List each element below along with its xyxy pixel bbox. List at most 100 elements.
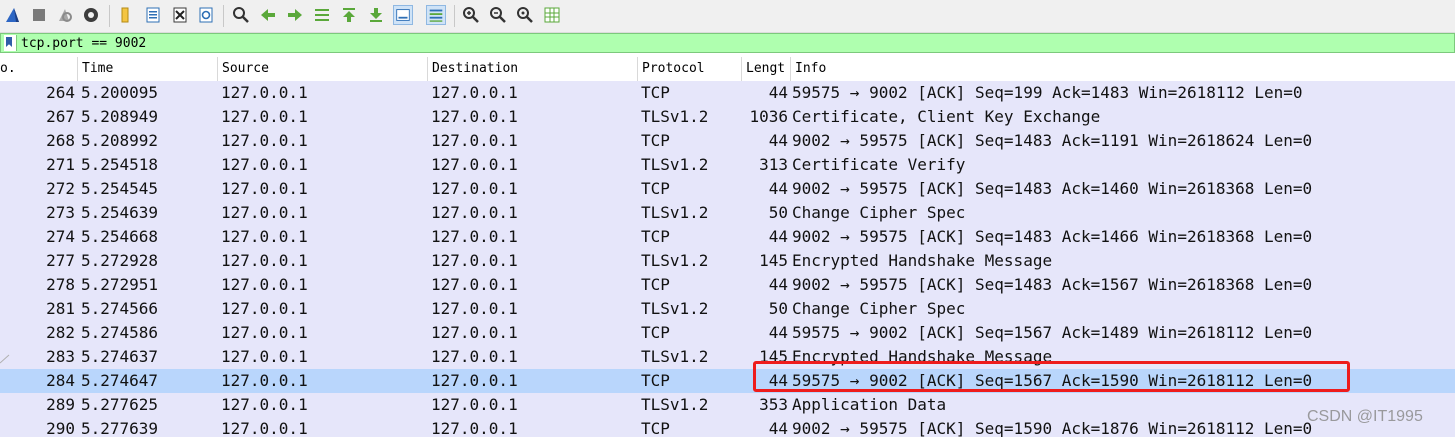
packet-length: 1036 xyxy=(749,107,788,126)
stop-capture-icon[interactable] xyxy=(29,5,49,25)
packet-source: 127.0.0.1 xyxy=(221,155,308,174)
packet-info: 59575 → 9002 [ACK] Seq=1567 Ack=1489 Win… xyxy=(792,323,1313,342)
packet-protocol: TLSv1.2 xyxy=(641,395,709,414)
column-header-source[interactable]: Source xyxy=(222,61,422,76)
normal-size-icon[interactable] xyxy=(515,5,535,25)
packet-length: 313 xyxy=(759,155,788,174)
packet-number: 284 xyxy=(46,371,75,390)
packet-length: 145 xyxy=(759,251,788,270)
packet-number: 273 xyxy=(46,203,75,222)
packet-destination: 127.0.0.1 xyxy=(431,227,518,246)
go-to-packet-icon[interactable] xyxy=(312,5,332,25)
table-row[interactable]: 283 5.274637 127.0.0.1 127.0.0.1 TLSv1.2 145 E… xyxy=(0,345,1455,369)
table-row[interactable]: 281 5.274566 127.0.0.1 127.0.0.1 TLSv1.2 50 Ch… xyxy=(0,297,1455,321)
start-capture-icon[interactable] xyxy=(3,5,23,25)
table-row[interactable]: 278 5.272951 127.0.0.1 127.0.0.1 TCP 44 9002 →… xyxy=(0,273,1455,297)
open-file-icon[interactable] xyxy=(115,5,135,25)
filter-bookmark-icon[interactable] xyxy=(4,35,17,51)
table-row[interactable]: 264 5.200095 127.0.0.1 127.0.0.1 TCP 44 59575 … xyxy=(0,81,1455,105)
table-row[interactable]: 274 5.254668 127.0.0.1 127.0.0.1 TCP 44 9002 →… xyxy=(0,225,1455,249)
column-header-time[interactable]: Time xyxy=(82,61,212,76)
column-header-no[interactable]: o. xyxy=(0,61,74,76)
table-row[interactable]: 268 5.208992 127.0.0.1 127.0.0.1 TCP 44 9002 →… xyxy=(0,129,1455,153)
table-row[interactable]: 290 5.277639 127.0.0.1 127.0.0.1 TCP 44 9002 →… xyxy=(0,417,1455,437)
packet-protocol: TCP xyxy=(641,131,670,150)
packet-destination: 127.0.0.1 xyxy=(431,395,518,414)
go-forward-icon[interactable] xyxy=(285,5,305,25)
packet-info: Change Cipher Spec xyxy=(792,203,966,222)
packet-info: 59575 → 9002 [ACK] Seq=199 Ack=1483 Win=… xyxy=(792,83,1303,102)
packet-time: 5.272928 xyxy=(81,251,159,270)
autoscroll-icon[interactable] xyxy=(393,5,413,25)
table-row[interactable]: 277 5.272928 127.0.0.1 127.0.0.1 TLSv1.2 145 E… xyxy=(0,249,1455,273)
packet-length: 44 xyxy=(768,419,788,437)
packet-time: 5.254545 xyxy=(81,179,159,198)
table-row[interactable]: 272 5.254545 127.0.0.1 127.0.0.1 TCP 44 9002 →… xyxy=(0,177,1455,201)
packet-protocol: TLSv1.2 xyxy=(641,203,709,222)
packet-protocol: TLSv1.2 xyxy=(641,347,709,366)
restart-capture-icon[interactable] xyxy=(55,5,75,25)
packet-destination: 127.0.0.1 xyxy=(431,155,518,174)
column-header-length[interactable]: Lengt xyxy=(746,61,788,76)
packet-protocol: TCP xyxy=(641,323,670,342)
packet-destination: 127.0.0.1 xyxy=(431,179,518,198)
table-row[interactable]: 273 5.254639 127.0.0.1 127.0.0.1 TLSv1.2 50 Ch… xyxy=(0,201,1455,225)
packet-length: 44 xyxy=(768,323,788,342)
packet-source: 127.0.0.1 xyxy=(221,347,308,366)
packet-source: 127.0.0.1 xyxy=(221,107,308,126)
packet-info: 9002 → 59575 [ACK] Seq=1590 Ack=1876 Win… xyxy=(792,419,1313,437)
column-header-destination[interactable]: Destination xyxy=(432,61,632,76)
display-filter-input[interactable]: tcp.port == 9002 xyxy=(21,36,146,51)
table-row[interactable]: 267 5.208949 127.0.0.1 127.0.0.1 TLSv1.2 1036… xyxy=(0,105,1455,129)
packet-time: 5.200095 xyxy=(81,83,159,102)
first-packet-icon[interactable] xyxy=(339,5,359,25)
packet-time: 5.208949 xyxy=(81,107,159,126)
colorize-icon[interactable] xyxy=(426,5,446,25)
resize-columns-icon[interactable] xyxy=(542,5,562,25)
packet-time: 5.274586 xyxy=(81,323,159,342)
capture-options-icon[interactable] xyxy=(81,5,101,25)
close-file-icon[interactable] xyxy=(170,5,190,25)
zoom-out-icon[interactable] xyxy=(488,5,508,25)
packet-info: Encrypted Handshake Message xyxy=(792,251,1053,270)
column-header-info[interactable]: Info xyxy=(795,61,995,76)
packet-length: 145 xyxy=(759,347,788,366)
packet-destination: 127.0.0.1 xyxy=(431,275,518,294)
packet-protocol: TLSv1.2 xyxy=(641,107,709,126)
packet-list: 264 5.200095 127.0.0.1 127.0.0.1 TCP 44 59575 … xyxy=(0,81,1455,437)
packet-time: 5.254639 xyxy=(81,203,159,222)
packet-info: 9002 → 59575 [ACK] Seq=1483 Ack=1466 Win… xyxy=(792,227,1313,246)
packet-length: 50 xyxy=(768,299,788,318)
packet-info: Application Data xyxy=(792,395,947,414)
edge-artifact xyxy=(0,352,10,364)
packet-length: 44 xyxy=(768,131,788,150)
table-row[interactable]: 289 5.277625 127.0.0.1 127.0.0.1 TLSv1.2 353 A… xyxy=(0,393,1455,417)
column-header-protocol[interactable]: Protocol xyxy=(642,61,737,76)
packet-info: Certificate, Client Key Exchange xyxy=(792,107,1101,126)
go-back-icon[interactable] xyxy=(258,5,278,25)
packet-source: 127.0.0.1 xyxy=(221,131,308,150)
table-row[interactable]: 271 5.254518 127.0.0.1 127.0.0.1 TLSv1.2 313 C… xyxy=(0,153,1455,177)
zoom-in-icon[interactable] xyxy=(461,5,481,25)
packet-protocol: TCP xyxy=(641,275,670,294)
packet-source: 127.0.0.1 xyxy=(221,323,308,342)
packet-protocol: TCP xyxy=(641,179,670,198)
main-toolbar xyxy=(0,0,1455,33)
last-packet-icon[interactable] xyxy=(366,5,386,25)
packet-info: 59575 → 9002 [ACK] Seq=1567 Ack=1590 Win… xyxy=(792,371,1313,390)
table-row-selected[interactable]: 284 5.274647 127.0.0.1 127.0.0.1 TCP 44 59575 … xyxy=(0,369,1455,393)
table-row[interactable]: 282 5.274586 127.0.0.1 127.0.0.1 TCP 44 59575 … xyxy=(0,321,1455,345)
packet-number: 274 xyxy=(46,227,75,246)
packet-protocol: TLSv1.2 xyxy=(641,299,709,318)
packet-protocol: TCP xyxy=(641,419,670,437)
packet-length: 44 xyxy=(768,227,788,246)
save-file-icon[interactable] xyxy=(143,5,163,25)
packet-time: 5.254518 xyxy=(81,155,159,174)
find-packet-icon[interactable] xyxy=(231,5,251,25)
packet-length: 44 xyxy=(768,371,788,390)
reload-file-icon[interactable] xyxy=(196,5,216,25)
packet-number: 283 xyxy=(46,347,75,366)
packet-info: Certificate Verify xyxy=(792,155,966,174)
packet-number: 271 xyxy=(46,155,75,174)
packet-time: 5.272951 xyxy=(81,275,159,294)
